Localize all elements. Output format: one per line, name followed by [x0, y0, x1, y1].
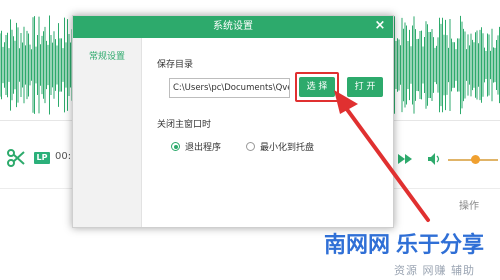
radio-exit-program[interactable] [171, 142, 180, 151]
app-window: LP 00:0 操作 系统设置 × 常规设置 保存目录 C:\Users\pc\… [0, 0, 500, 280]
watermark-brand-text: 南网网 [324, 233, 390, 258]
operations-column-header: 操作 [459, 201, 479, 212]
dialog-title: 系统设置 [213, 21, 253, 32]
save-directory-label: 保存目录 [157, 60, 194, 70]
settings-dialog: 系统设置 × 常规设置 保存目录 C:\Users\pc\Documents\Q… [72, 15, 394, 228]
time-readout: 00:0 [55, 151, 71, 162]
volume-icon[interactable] [428, 153, 442, 165]
close-button[interactable]: × [373, 19, 387, 33]
lp-badge[interactable]: LP [34, 152, 50, 164]
choose-directory-button[interactable]: 选 择 [299, 77, 335, 97]
save-path-field[interactable]: C:\Users\pc\Documents\QveA [169, 78, 290, 98]
sidebar-item-general-settings[interactable]: 常规设置 [73, 44, 141, 70]
radio-minimize-to-tray[interactable] [246, 142, 255, 151]
radio-minimize-to-tray-label[interactable]: 最小化到托盘 [260, 140, 314, 153]
radio-exit-program-label[interactable]: 退出程序 [185, 140, 221, 153]
settings-sidebar: 常规设置 [73, 38, 142, 227]
volume-slider-handle[interactable] [471, 155, 480, 164]
watermark-slogan-text: 乐于分享 [396, 232, 484, 258]
open-directory-button[interactable]: 打 开 [347, 77, 383, 97]
close-behavior-label: 关闭主窗口时 [157, 120, 212, 130]
watermark-subtitle-text: 资源 网赚 辅助 [394, 263, 475, 277]
fast-forward-icon[interactable] [398, 154, 412, 164]
scissors-icon[interactable] [6, 148, 26, 168]
watermark-logo: 南网网 乐于分享 资源 网赚 辅助 [324, 232, 484, 277]
